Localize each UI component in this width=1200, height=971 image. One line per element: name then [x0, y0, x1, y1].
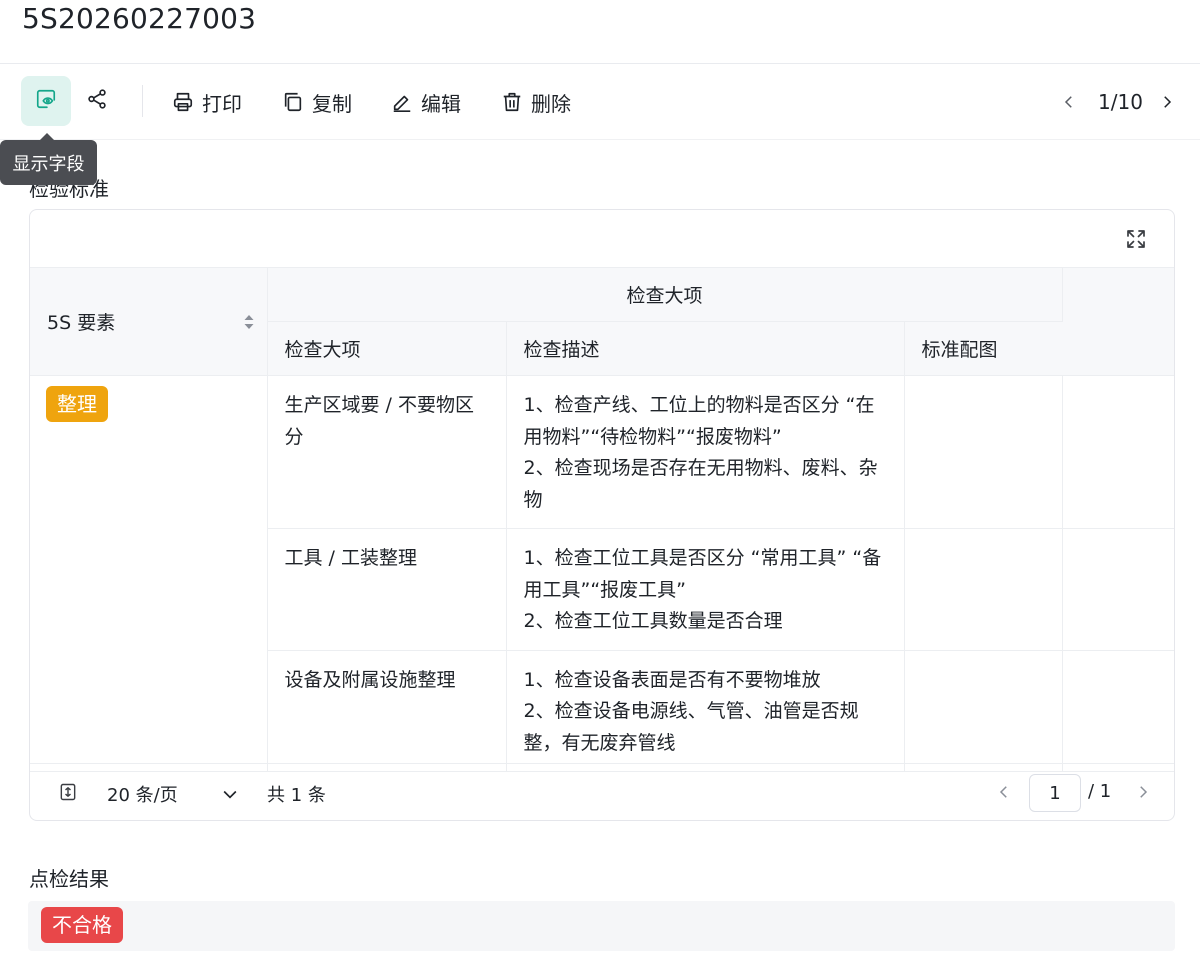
chevron-down-icon — [220, 784, 240, 804]
trash-icon — [501, 91, 523, 113]
total-pages: / 1 — [1088, 781, 1112, 802]
copy-icon — [282, 91, 304, 113]
record-pager: 1/10 — [1060, 88, 1180, 116]
next-record-icon[interactable] — [1158, 93, 1180, 111]
table-pagination: 20 条/页 共 1 条 1 / 1 — [30, 763, 1174, 820]
display-fields-tooltip: 显示字段 — [0, 140, 97, 185]
description-cell: 1、检查产线、工位上的物料是否区分 “在用物料”“待检物料”“报废物料” 2、检… — [506, 375, 905, 529]
page-size-label: 20 条/页 — [107, 785, 178, 806]
fullscreen-expand-icon[interactable] — [1124, 227, 1148, 251]
next-page-icon[interactable] — [1134, 783, 1152, 801]
page-size-select[interactable]: 20 条/页 — [107, 781, 240, 807]
toolbar-divider — [0, 139, 1200, 140]
element-header-label: 5S 要素 — [47, 312, 116, 334]
check-result-label: 点检结果 — [29, 867, 109, 891]
column-header-image: 标准配图 — [904, 321, 1062, 376]
page-number-input[interactable]: 1 — [1029, 774, 1081, 812]
image-cell — [904, 375, 1063, 529]
delete-label: 删除 — [531, 91, 571, 116]
empty-cell — [1062, 375, 1174, 529]
sort-icon[interactable] — [243, 313, 255, 331]
pencil-icon — [391, 91, 413, 113]
display-fields-button[interactable] — [21, 76, 71, 126]
toolbar: 打印 复制 编辑 删除 1/10 — [0, 64, 1200, 140]
description-text: 1、检查工位工具是否区分 “常用工具” “备用工具”“报废工具” 2、检查工位工… — [523, 547, 882, 632]
record-pager-text: 1/10 — [1098, 90, 1143, 114]
result-status-badge: 不合格 — [41, 907, 123, 943]
table-toolbar — [30, 210, 1174, 267]
item-cell: 生产区域要 / 不要物区分 — [267, 375, 507, 529]
eye-card-icon — [35, 88, 57, 114]
edit-button[interactable]: 编辑 — [391, 88, 461, 116]
share-icon — [86, 88, 108, 114]
table-row: 整理 生产区域要 / 不要物区分 1、检查产线、工位上的物料是否区分 “在用物料… — [30, 375, 1174, 772]
toolbar-separator — [142, 85, 143, 117]
share-button[interactable] — [72, 76, 122, 126]
copy-button[interactable]: 复制 — [282, 88, 352, 116]
prev-page-icon[interactable] — [995, 783, 1013, 801]
printer-icon — [172, 91, 194, 113]
item-cell: 设备及附属设施整理 — [267, 650, 507, 772]
description-cell: 1、检查设备表面是否有不要物堆放 2、检查设备电源线、气管、油管是否规整，有无废… — [506, 650, 905, 772]
copy-label: 复制 — [312, 91, 352, 116]
image-cell — [904, 650, 1063, 772]
description-text: 1、检查产线、工位上的物料是否区分 “在用物料”“待检物料”“报废物料” 2、检… — [523, 394, 878, 511]
row-height-icon[interactable] — [58, 782, 78, 802]
description-cell: 1、检查工位工具是否区分 “常用工具” “备用工具”“报废工具” 2、检查工位工… — [506, 528, 905, 651]
column-header-empty — [1062, 267, 1174, 376]
inspection-standard-table: 5S 要素 检查大项 检查大项 检查描述 标准配图 整理 生产区域要 / 不要物… — [30, 267, 1174, 772]
column-header-description: 检查描述 — [506, 321, 905, 376]
print-button[interactable]: 打印 — [172, 88, 242, 116]
element-cell: 整理 — [30, 375, 268, 772]
check-result-field: 不合格 — [28, 901, 1175, 951]
prev-record-icon[interactable] — [1060, 93, 1082, 111]
record-title: 5S20260227003 — [22, 2, 257, 35]
edit-label: 编辑 — [421, 91, 461, 116]
delete-button[interactable]: 删除 — [501, 88, 571, 116]
image-cell — [904, 528, 1063, 651]
column-header-item: 检查大项 — [267, 321, 507, 376]
item-cell: 工具 / 工装整理 — [267, 528, 507, 651]
inspection-standard-table-card: 5S 要素 检查大项 检查大项 检查描述 标准配图 整理 生产区域要 / 不要物… — [29, 209, 1175, 821]
total-count: 共 1 条 — [267, 785, 326, 806]
column-header-element[interactable]: 5S 要素 — [30, 267, 268, 376]
print-label: 打印 — [202, 91, 242, 116]
tooltip-arrow — [40, 133, 54, 140]
column-group-header: 检查大项 — [267, 267, 1063, 322]
description-text: 1、检查设备表面是否有不要物堆放 2、检查设备电源线、气管、油管是否规整，有无废… — [523, 668, 859, 754]
element-tag: 整理 — [46, 386, 108, 422]
empty-cell — [1062, 528, 1174, 651]
empty-cell — [1062, 650, 1174, 772]
